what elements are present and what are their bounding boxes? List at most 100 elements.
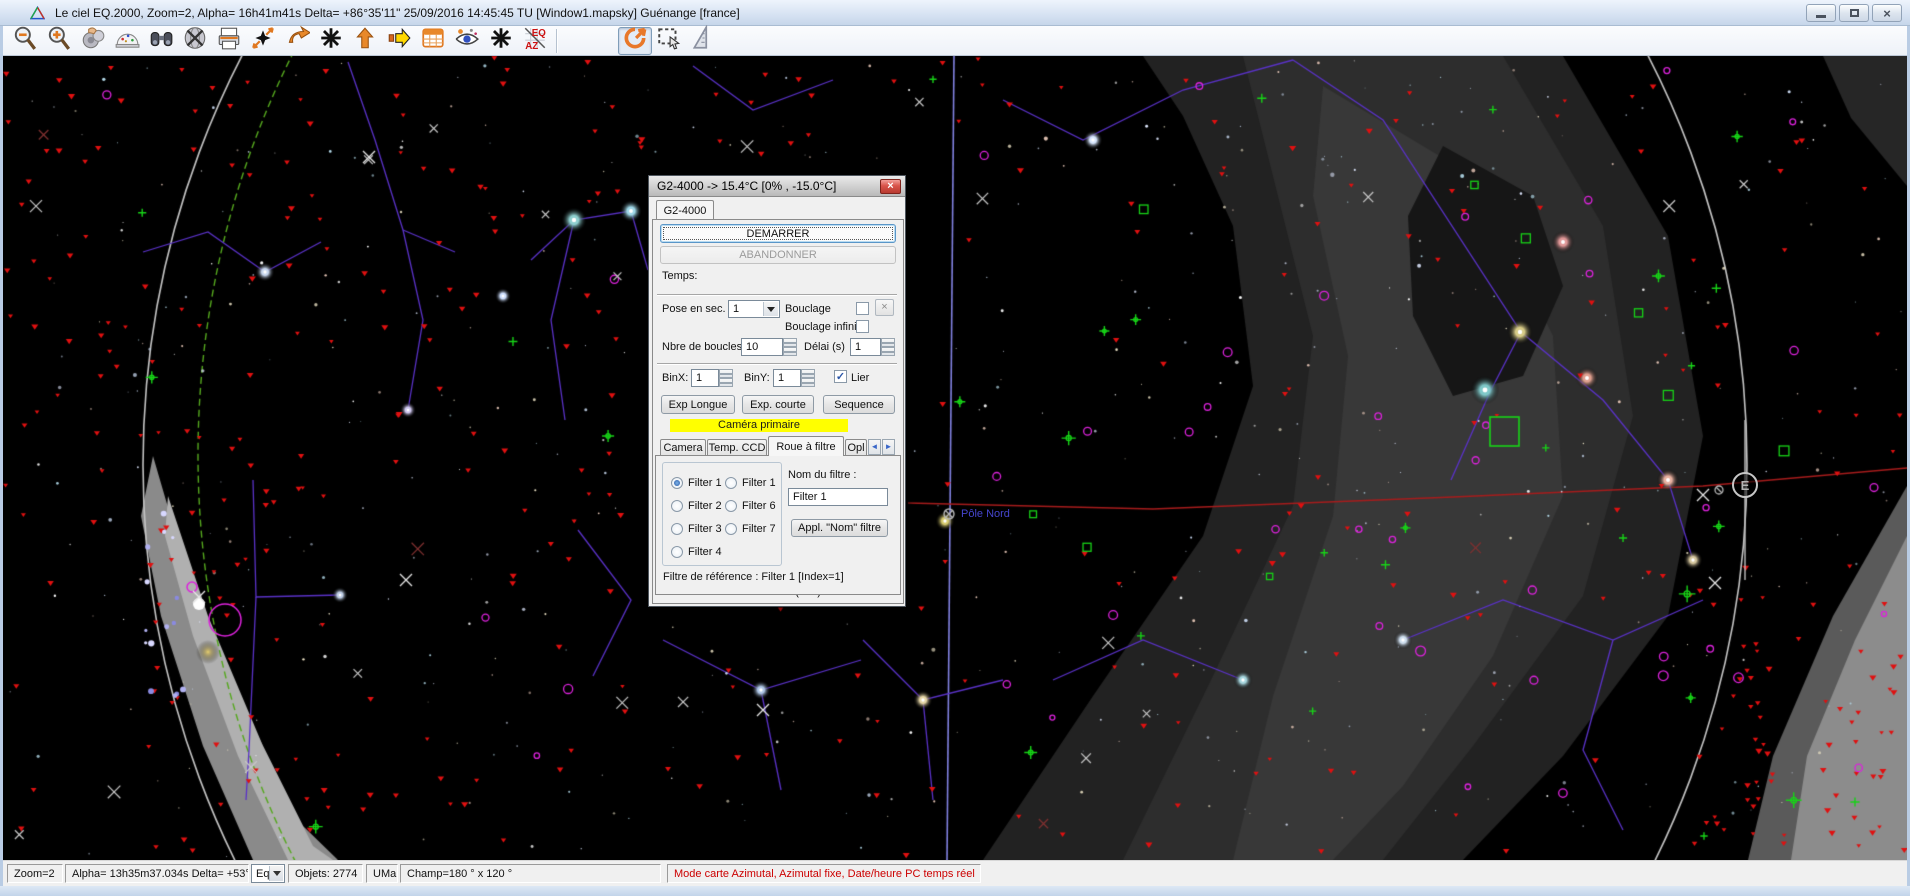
flip-field-button[interactable] xyxy=(280,27,314,55)
sky-canvas[interactable] xyxy=(3,56,1907,860)
close-button[interactable]: × xyxy=(1872,4,1902,22)
north-pole-label: Pôle Nord xyxy=(961,508,1010,520)
separator xyxy=(657,294,897,296)
spin-up-icon[interactable] xyxy=(801,369,815,378)
ephemeris-table-button[interactable] xyxy=(416,27,450,55)
exposure-dropdown-arrow[interactable] xyxy=(763,302,778,316)
filter-name-value: Filter 1 xyxy=(793,491,827,503)
close-icon: × xyxy=(1883,7,1891,20)
tab-camera-label: Camera xyxy=(663,442,702,454)
filter-radio-c1-1[interactable]: Filter 2 xyxy=(671,500,722,512)
search-binoculars-icon xyxy=(148,25,174,56)
filter-radio-c2-0[interactable]: Filter 1 xyxy=(725,477,776,489)
frame-dropdown-arrow[interactable] xyxy=(269,866,283,881)
start-button[interactable]: DEMARRER xyxy=(660,224,896,243)
selection-tool-icon xyxy=(656,25,682,56)
zoom-out-button[interactable] xyxy=(8,27,42,55)
loop-infinite-checkbox[interactable] xyxy=(856,320,869,333)
abort-button: ABANDONNER xyxy=(660,246,896,264)
more-stars-icon xyxy=(318,25,344,56)
binx-spinner[interactable]: 1 xyxy=(691,369,733,387)
exposure-combobox[interactable]: 1 xyxy=(728,300,780,318)
rotate-tool-button[interactable] xyxy=(618,27,652,55)
spin-up-icon[interactable] xyxy=(719,369,733,378)
search-binoculars-button[interactable] xyxy=(144,27,178,55)
radio-icon[interactable] xyxy=(725,523,737,535)
radio-icon[interactable] xyxy=(671,477,683,489)
spin-down-icon[interactable] xyxy=(881,347,895,356)
filter-radio-c2-1[interactable]: Filter 6 xyxy=(725,500,776,512)
biny-spinner[interactable]: 1 xyxy=(773,369,815,387)
hide-object-button[interactable] xyxy=(178,27,212,55)
print-icon xyxy=(216,25,242,56)
radio-icon[interactable] xyxy=(725,477,737,489)
zoom-in-button[interactable] xyxy=(42,27,76,55)
planetarium-dome-icon xyxy=(114,25,140,56)
filter-radio-label: Filter 7 xyxy=(742,523,776,535)
tab-g2-4000[interactable]: G2-4000 xyxy=(656,200,714,220)
measure-tool-button[interactable] xyxy=(686,27,720,55)
loop-clear-button[interactable]: × xyxy=(875,299,894,316)
title-bar: Le ciel EQ.2000, Zoom=2, Alpha= 16h41m41… xyxy=(0,0,1910,26)
less-stars-button[interactable] xyxy=(484,27,518,55)
zoom-out-icon xyxy=(12,25,38,56)
print-button[interactable] xyxy=(212,27,246,55)
zoom-in-icon xyxy=(46,25,72,56)
filter-radio-c1-3[interactable]: Filter 4 xyxy=(671,546,722,558)
tab-options[interactable]: Opl xyxy=(845,439,867,456)
spin-up-icon[interactable] xyxy=(881,338,895,347)
planet-visibility-button[interactable] xyxy=(450,27,484,55)
svg-text:AZ: AZ xyxy=(525,41,538,51)
tab-scroll-left-button[interactable]: ◄ xyxy=(868,439,881,455)
apply-filter-name-button[interactable]: Appl. "Nom" filtre xyxy=(791,519,888,537)
tab-temp-ccd[interactable]: Temp. CCD xyxy=(707,439,767,456)
sequence-button[interactable]: Sequence xyxy=(823,395,895,414)
binx-value: 1 xyxy=(696,372,702,384)
long-exposure-button[interactable]: Exp Longue xyxy=(661,395,735,414)
eq-az-toggle-button[interactable]: EQAZ xyxy=(518,27,552,55)
frame-select-value: Eq xyxy=(256,868,269,880)
spin-down-icon[interactable] xyxy=(783,347,797,356)
biny-value: 1 xyxy=(778,372,784,384)
minimize-button[interactable] xyxy=(1806,4,1836,22)
loop-label: Bouclage xyxy=(785,303,831,315)
dialog-title-bar[interactable]: G2-4000 -> 15.4°C [0% , -15.0°C] xyxy=(649,176,905,197)
radio-icon[interactable] xyxy=(671,500,683,512)
radio-icon[interactable] xyxy=(671,523,683,535)
orientation-up-button[interactable] xyxy=(348,27,382,55)
catalog-settings-button[interactable] xyxy=(76,27,110,55)
spin-down-icon[interactable] xyxy=(719,378,733,387)
short-exposure-button[interactable]: Exp. courte xyxy=(742,395,814,414)
orientation-up-icon xyxy=(352,25,378,56)
tab-scroll-right-button[interactable]: ► xyxy=(882,439,895,455)
filter-radio-c1-0[interactable]: Filter 1 xyxy=(671,477,722,489)
planetarium-dome-button[interactable] xyxy=(110,27,144,55)
frame-select[interactable]: Eq xyxy=(251,864,285,883)
loops-count-spinner[interactable]: 10 xyxy=(741,338,797,356)
dialog-close-button[interactable]: × xyxy=(880,179,901,194)
link-checkbox[interactable]: ✓ xyxy=(834,370,847,383)
next-step-icon xyxy=(386,25,412,56)
more-stars-button[interactable] xyxy=(314,27,348,55)
tab-filter-wheel[interactable]: Roue à filtre xyxy=(768,436,844,456)
radio-icon[interactable] xyxy=(671,546,683,558)
delay-spinner[interactable]: 1 xyxy=(850,338,895,356)
sky-map[interactable]: Pôle Nord E xyxy=(3,56,1907,860)
restore-button[interactable] xyxy=(1839,4,1869,22)
spin-up-icon[interactable] xyxy=(783,338,797,347)
filter-name-input[interactable]: Filter 1 xyxy=(788,488,888,506)
selection-tool-button[interactable] xyxy=(652,27,686,55)
toolbar-separator xyxy=(556,29,558,53)
filter-radio-c2-2[interactable]: Filter 7 xyxy=(725,523,776,535)
link-label: Lier xyxy=(851,372,869,384)
tab-camera[interactable]: Camera xyxy=(660,439,706,456)
center-object-icon xyxy=(250,25,276,56)
filter-radio-c1-2[interactable]: Filter 3 xyxy=(671,523,722,535)
time-label: Temps: xyxy=(662,270,697,282)
exposure-label: Pose en sec. xyxy=(662,303,726,315)
center-object-button[interactable] xyxy=(246,27,280,55)
radio-icon[interactable] xyxy=(725,500,737,512)
loop-checkbox[interactable] xyxy=(856,302,869,315)
next-step-button[interactable] xyxy=(382,27,416,55)
spin-down-icon[interactable] xyxy=(801,378,815,387)
